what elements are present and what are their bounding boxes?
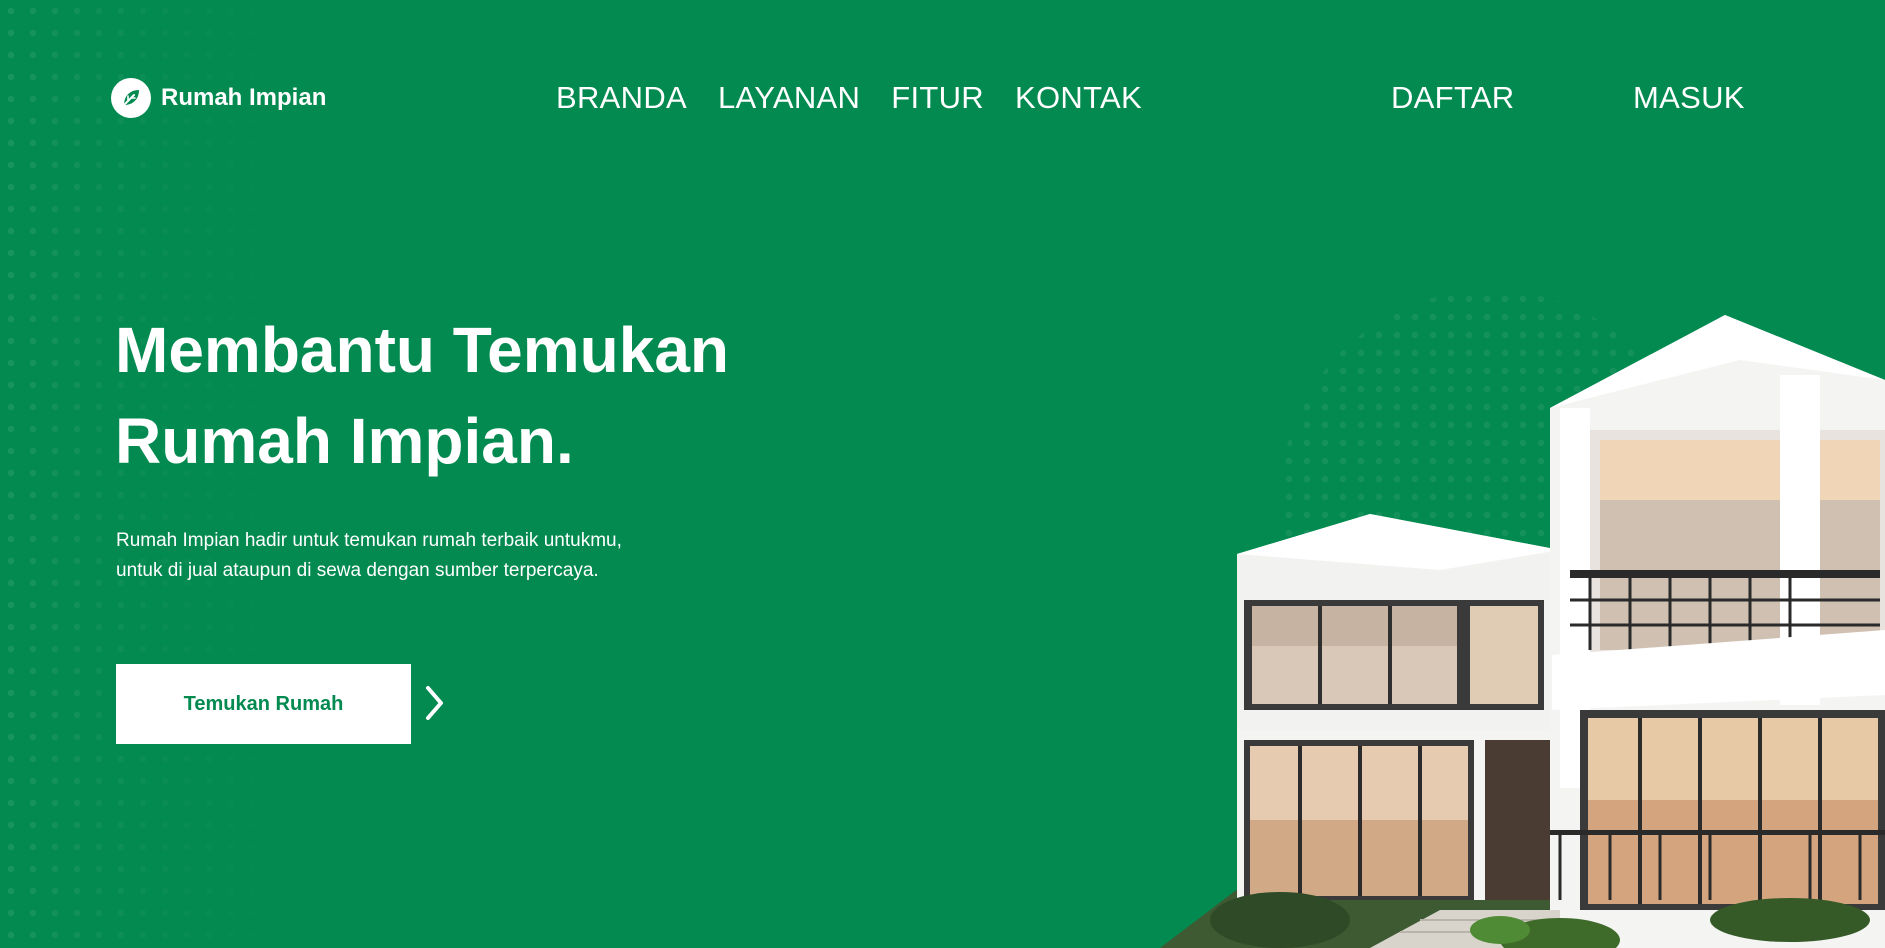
nav-item-kontak[interactable]: KONTAK: [1015, 80, 1142, 116]
login-link[interactable]: MASUK: [1633, 80, 1745, 116]
nav-item-fitur[interactable]: FITUR: [891, 80, 984, 116]
hero-title-line-2: Rumah Impian.: [115, 405, 574, 477]
main-nav: BRANDA LAYANAN FITUR KONTAK: [556, 80, 1142, 116]
hero-title: Membantu Temukan Rumah Impian.: [115, 305, 835, 487]
nav-item-branda[interactable]: BRANDA: [556, 80, 687, 116]
house-image: [1140, 300, 1885, 948]
brand-name: Rumah Impian: [161, 84, 327, 111]
hero-description: Rumah Impian hadir untuk temukan rumah t…: [116, 530, 622, 581]
chevron-right-icon[interactable]: [424, 684, 446, 727]
hero-title-line-1: Membantu Temukan: [115, 314, 729, 386]
nav-item-layanan[interactable]: LAYANAN: [718, 80, 860, 116]
leaf-logo-icon: [111, 78, 151, 118]
find-house-button[interactable]: Temukan Rumah: [116, 664, 411, 744]
brand-logo[interactable]: Rumah Impian: [111, 78, 326, 118]
register-link[interactable]: DAFTAR: [1391, 80, 1515, 116]
